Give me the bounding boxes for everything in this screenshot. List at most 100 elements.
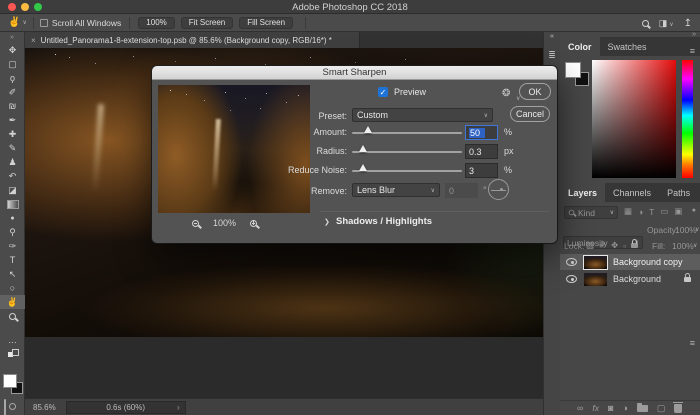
tab-swatches[interactable]: Swatches xyxy=(600,37,655,56)
share-icon[interactable]: ↥ xyxy=(684,18,692,29)
radius-slider-thumb[interactable] xyxy=(359,145,367,152)
saturation-brightness-field[interactable] xyxy=(592,60,676,178)
layer-row-background[interactable]: Background xyxy=(560,271,700,287)
layer-row-background-copy[interactable]: Background copy xyxy=(560,254,700,270)
dodge-tool[interactable]: ⚲ xyxy=(0,225,25,239)
preview-zoom-level[interactable]: 100% xyxy=(213,218,236,228)
fill-screen-button[interactable]: Fill Screen xyxy=(239,17,293,29)
reduce-noise-slider-thumb[interactable] xyxy=(359,164,367,171)
radius-input[interactable]: 0.3 xyxy=(465,144,498,159)
quick-selection-tool[interactable]: ✐ xyxy=(0,85,25,99)
tab-color[interactable]: Color xyxy=(560,37,600,56)
reduce-noise-input[interactable]: 3 xyxy=(465,163,498,178)
search-icon[interactable] xyxy=(642,20,649,27)
quick-mask-button[interactable] xyxy=(4,400,6,415)
type-filter-icon[interactable]: T xyxy=(649,207,654,217)
amount-slider-thumb[interactable] xyxy=(364,126,372,133)
zoom-tool[interactable] xyxy=(0,309,25,323)
ok-button[interactable]: OK xyxy=(519,83,551,100)
eyedropper-tool[interactable]: ✒ xyxy=(0,113,25,127)
document-tab[interactable]: × Untitled_Panorama1-8-extension-top.psb… xyxy=(25,32,360,48)
lasso-tool[interactable]: ϙ xyxy=(0,71,25,85)
edit-toolbar-button[interactable]: … xyxy=(0,333,25,347)
shape-tool[interactable]: ○ xyxy=(0,281,25,295)
status-field[interactable]: 0.6s (60%) › xyxy=(66,401,186,414)
foreground-color-swatch[interactable] xyxy=(565,62,581,78)
toolbar-collapse-icon[interactable]: » xyxy=(0,32,24,43)
layers-panel-menu-icon[interactable]: ≡ xyxy=(690,338,695,348)
link-layers-icon[interactable]: ∞ xyxy=(577,403,583,413)
marquee-tool[interactable]: ▢ xyxy=(0,57,25,71)
zoom-out-icon[interactable] xyxy=(192,220,199,227)
layer-filter-kind-dropdown[interactable]: Kind ∨ xyxy=(564,206,618,219)
preset-dropdown[interactable]: Custom ∨ xyxy=(352,108,493,122)
gear-icon[interactable]: ❂ xyxy=(502,88,510,99)
color-panel-menu-icon[interactable]: ≡ xyxy=(690,46,695,56)
layer-thumbnail[interactable] xyxy=(584,273,607,286)
gradient-tool[interactable] xyxy=(0,197,25,211)
fit-screen-button[interactable]: Fit Screen xyxy=(181,17,233,29)
adjustment-layer-icon[interactable]: ◑ xyxy=(622,403,627,413)
zoom-in-icon[interactable] xyxy=(250,220,257,227)
new-group-icon[interactable] xyxy=(637,405,648,412)
add-mask-icon[interactable]: ◙ xyxy=(608,403,613,413)
tab-layers[interactable]: Layers xyxy=(560,183,605,202)
clone-stamp-tool[interactable]: ♟ xyxy=(0,155,25,169)
adjustment-filter-icon[interactable]: ◑ xyxy=(638,207,643,217)
smart-object-filter-icon[interactable]: ▣ xyxy=(674,206,682,217)
hand-tool-icon[interactable]: ✌ xyxy=(8,17,20,28)
visibility-eye-icon[interactable] xyxy=(566,275,577,283)
preview-checkbox[interactable]: ✓ xyxy=(378,87,388,97)
fill-value[interactable]: 100% xyxy=(672,241,694,251)
type-tool[interactable]: T xyxy=(0,253,25,267)
crop-tool[interactable]: ₪ xyxy=(0,99,25,113)
lock-paint-icon[interactable]: ✐ xyxy=(599,240,606,251)
amount-slider[interactable] xyxy=(352,132,462,134)
layer-style-icon[interactable]: fx xyxy=(592,403,599,413)
tab-paths[interactable]: Paths xyxy=(659,183,698,202)
visibility-eye-icon[interactable] xyxy=(566,258,577,266)
filter-toggle-icon[interactable]: ● xyxy=(692,207,696,214)
sharpen-preview-image[interactable] xyxy=(158,85,310,213)
close-tab-icon[interactable]: × xyxy=(31,36,36,45)
new-layer-icon[interactable]: ▢ xyxy=(657,403,666,414)
move-tool[interactable]: ✥ xyxy=(0,43,25,57)
cancel-button[interactable]: Cancel xyxy=(510,106,550,122)
remove-dropdown[interactable]: Lens Blur ∨ xyxy=(352,183,440,197)
path-selection-tool[interactable]: ↖ xyxy=(0,267,25,281)
tool-preset-chevron-icon[interactable]: ∨ xyxy=(22,19,26,26)
default-colors-button[interactable] xyxy=(0,347,25,361)
scroll-all-windows-checkbox[interactable] xyxy=(40,19,48,27)
blur-tool[interactable]: ● xyxy=(0,211,25,225)
preview-toggle[interactable]: ✓ Preview xyxy=(378,87,426,97)
hue-slider[interactable] xyxy=(682,60,693,178)
status-chevron-icon[interactable]: › xyxy=(177,403,180,412)
layer-name[interactable]: Background copy xyxy=(613,257,683,267)
reduce-noise-slider[interactable] xyxy=(352,170,462,172)
properties-panel-icon[interactable]: ≣ xyxy=(544,50,560,61)
layer-name[interactable]: Background xyxy=(613,274,661,284)
opacity-value[interactable]: 100% xyxy=(675,225,697,235)
fill-chevron-icon[interactable]: ∨ xyxy=(693,242,697,249)
lock-position-icon[interactable]: ✥ xyxy=(611,240,618,251)
dialog-titlebar[interactable]: Smart Sharpen xyxy=(152,66,557,80)
zoom-level[interactable]: 85.6% xyxy=(33,403,56,412)
lock-artboard-icon[interactable]: ▫ xyxy=(623,241,626,251)
dock-collapse-icon[interactable]: « xyxy=(544,32,560,42)
shape-filter-icon[interactable]: ▭ xyxy=(660,206,668,217)
healing-brush-tool[interactable]: ✚ xyxy=(0,127,25,141)
delete-layer-icon[interactable] xyxy=(674,404,682,413)
lock-transparent-icon[interactable]: ▨ xyxy=(586,240,594,251)
history-brush-tool[interactable]: ↶ xyxy=(0,169,25,183)
pixel-filter-icon[interactable]: ▦ xyxy=(624,206,632,217)
eraser-tool[interactable]: ◪ xyxy=(0,183,25,197)
pen-tool[interactable]: ✑ xyxy=(0,239,25,253)
angle-dial[interactable] xyxy=(488,179,509,200)
hand-tool[interactable]: ✌ xyxy=(0,295,25,309)
foreground-color-swatch[interactable] xyxy=(3,374,17,388)
shadows-highlights-label[interactable]: Shadows / Highlights xyxy=(336,216,432,227)
layer-thumbnail[interactable] xyxy=(584,256,607,269)
lock-all-icon[interactable] xyxy=(631,243,638,248)
radius-slider[interactable] xyxy=(352,151,462,153)
zoom-100-button[interactable]: 100% xyxy=(138,17,174,29)
